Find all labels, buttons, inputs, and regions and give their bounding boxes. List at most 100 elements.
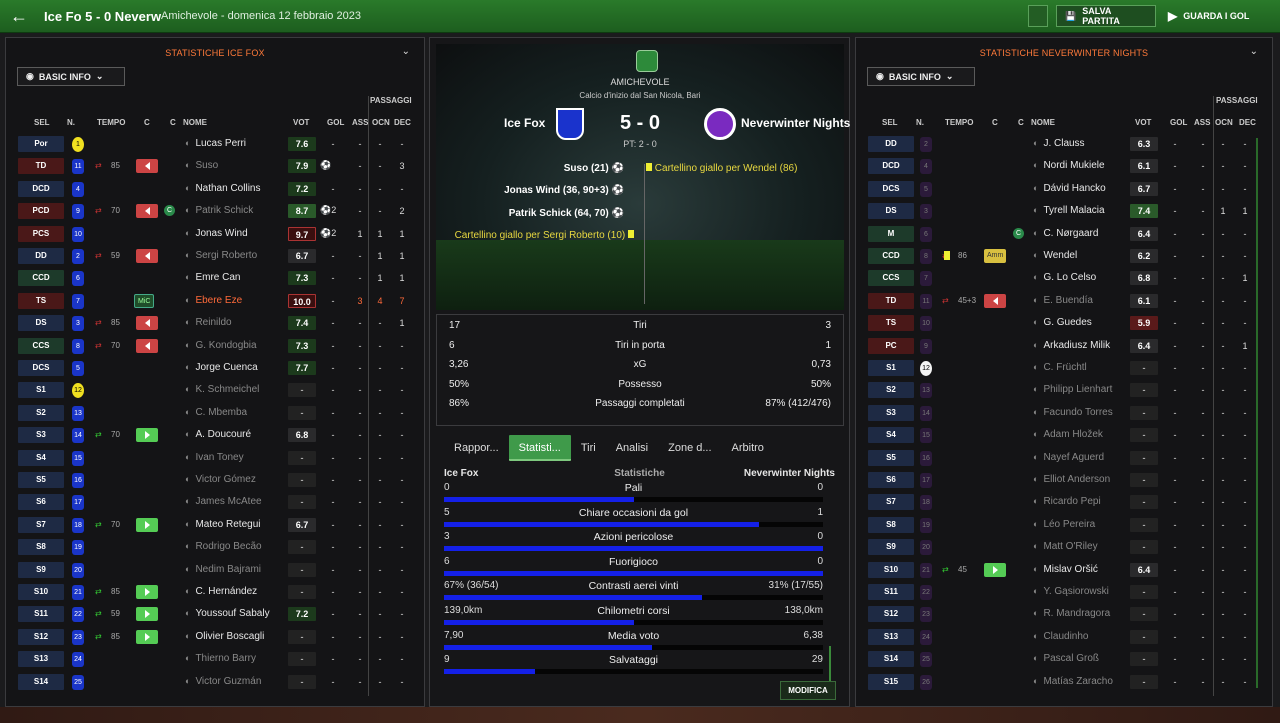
player-row[interactable]: DCS 5 Dávid Hancko 6.7 - - - - [856, 179, 1272, 201]
player-name[interactable]: Matías Zaracho [1033, 676, 1112, 687]
tab-3[interactable]: Analisi [606, 435, 658, 461]
player-row[interactable]: S3 14 ⇄ 70 A. Doucouré 6.8 - - - - [6, 425, 424, 447]
player-row[interactable]: DD 2 J. Clauss 6.3 - - - - [856, 134, 1272, 156]
sub-out-button[interactable] [136, 338, 158, 353]
player-name[interactable]: Ivan Toney [185, 452, 243, 463]
away-team-name[interactable]: Neverwinter Nights [741, 116, 850, 130]
player-name[interactable]: Emre Can [185, 272, 240, 283]
player-name[interactable]: Nayef Aguerd [1033, 452, 1104, 463]
player-row[interactable]: S8 19 Rodrigo Becão - - - - - [6, 537, 424, 559]
sub-in-button[interactable] [136, 629, 158, 644]
player-name[interactable]: Thierno Barry [185, 653, 256, 664]
player-name[interactable]: Ricardo Pepi [1033, 496, 1100, 507]
player-name[interactable]: Mateo Retegui [185, 519, 260, 530]
player-row[interactable]: S14 25 Victor Guzmán - - - - - [6, 672, 424, 694]
player-name[interactable]: Nedim Bajrami [185, 564, 261, 575]
player-row[interactable]: S7 18 Ricardo Pepi - - - - - [856, 492, 1272, 514]
player-row[interactable]: S12 23 ⇄ 85 Olivier Boscagli - - - - - [6, 627, 424, 649]
player-name[interactable]: Elliot Anderson [1033, 474, 1110, 485]
view-selector[interactable]: ◉ BASIC INFO ⌄ [17, 67, 125, 86]
player-name[interactable]: C. Mbemba [185, 407, 247, 418]
player-row[interactable]: S8 19 Léo Pereira - - - - - [856, 515, 1272, 537]
player-name[interactable]: Rodrigo Becão [185, 541, 261, 552]
player-name[interactable]: G. Guedes [1033, 317, 1091, 328]
player-row[interactable]: S3 14 Facundo Torres - - - - - [856, 403, 1272, 425]
player-row[interactable]: S11 22 Y. Gąsiorowski - - - - - [856, 582, 1272, 604]
player-name[interactable]: Mislav Oršić [1033, 564, 1097, 575]
sub-out-button[interactable] [136, 159, 158, 174]
tab-2[interactable]: Tiri [571, 435, 606, 461]
sub-in-button[interactable] [136, 517, 158, 532]
player-row[interactable]: DD 2 ⇄ 59 Sergi Roberto 6.7 - - 1 1 [6, 246, 424, 268]
player-name[interactable]: Dávid Hancko [1033, 183, 1105, 194]
player-name[interactable]: Y. Gąsiorowski [1033, 586, 1108, 597]
player-row[interactable]: CCD 6 Emre Can 7.3 - - 1 1 [6, 268, 424, 290]
sub-in-button[interactable] [984, 562, 1006, 577]
player-name[interactable]: Patrik Schick [185, 205, 253, 216]
modify-button[interactable]: MODIFICA [780, 681, 836, 700]
sub-in-button[interactable] [136, 585, 158, 599]
player-row[interactable]: S13 24 Thierno Barry - - - - - [6, 649, 424, 671]
view-selector[interactable]: ◉ BASIC INFO ⌄ [867, 67, 975, 86]
player-name[interactable]: Youssouf Sabaly [185, 608, 269, 619]
player-name[interactable]: Nathan Collins [185, 183, 260, 194]
sub-in-button[interactable] [136, 607, 158, 622]
player-row[interactable]: S12 23 R. Mandragora - - - - - [856, 604, 1272, 626]
watch-goals-button[interactable]: ▶ GUARDA I GOL [1160, 5, 1272, 27]
player-name[interactable]: A. Doucouré [185, 429, 251, 440]
player-row[interactable]: S5 16 Victor Gómez - - - - - [6, 470, 424, 492]
player-name[interactable]: Lucas Perri [185, 138, 246, 149]
tab-1[interactable]: Statisti... [508, 435, 571, 461]
sub-out-button[interactable] [136, 316, 158, 331]
player-name[interactable]: Ebere Eze [185, 295, 242, 306]
chevron-down-icon[interactable]: ⌄ [402, 46, 410, 57]
player-name[interactable]: Tyrell Malacia [1033, 205, 1104, 216]
player-name[interactable]: Sergi Roberto [185, 250, 257, 261]
player-row[interactable]: S5 16 Nayef Aguerd - - - - - [856, 448, 1272, 470]
player-name[interactable]: Suso [185, 160, 218, 171]
sub-in-button[interactable] [136, 428, 158, 443]
player-row[interactable]: S6 17 Elliot Anderson - - - - - [856, 470, 1272, 492]
player-row[interactable]: S13 24 Claudinho - - - - - [856, 627, 1272, 649]
player-name[interactable]: Wendel [1033, 250, 1077, 261]
player-name[interactable]: Claudinho [1033, 631, 1088, 642]
away-crest-icon[interactable] [704, 108, 736, 140]
player-row[interactable]: PC 9 Arkadiusz Milik 6.4 - - - 1 [856, 336, 1272, 358]
player-name[interactable]: K. Schmeichel [185, 384, 259, 395]
sub-out-button[interactable] [984, 293, 1006, 308]
player-name[interactable]: E. Buendía [1033, 295, 1092, 306]
player-name[interactable]: Nordi Mukiele [1033, 160, 1104, 171]
player-name[interactable]: C. Früchtl [1033, 362, 1086, 373]
player-row[interactable]: CCD8⇄86AmmWendel6.2---- [856, 246, 1272, 268]
player-name[interactable]: G. Lo Celso [1033, 272, 1096, 283]
player-row[interactable]: DCD 4 Nathan Collins 7.2 - - - - [6, 179, 424, 201]
player-name[interactable]: Facundo Torres [1033, 407, 1112, 418]
player-row[interactable]: PCD9⇄70CPatrik Schick8.7⚽2--2 [6, 201, 424, 223]
tab-0[interactable]: Rappor... [444, 435, 509, 461]
tab-5[interactable]: Arbitro [722, 435, 774, 461]
back-arrow-icon[interactable]: ← [10, 6, 30, 26]
player-name[interactable]: C. Hernández [185, 586, 257, 597]
player-name[interactable]: Reinildo [185, 317, 231, 328]
player-name[interactable]: Léo Pereira [1033, 519, 1095, 530]
player-row[interactable]: S9 20 Matt O'Riley - - - - - [856, 537, 1272, 559]
player-row[interactable]: S2 13 Philipp Lienhart - - - - - [856, 380, 1272, 402]
player-row[interactable]: DCS 5 Jorge Cuenca 7.7 - - - - [6, 358, 424, 380]
player-name[interactable]: Victor Guzmán [185, 676, 261, 687]
player-name[interactable]: Arkadiusz Milik [1033, 340, 1110, 351]
player-name[interactable]: Philipp Lienhart [1033, 384, 1112, 395]
player-name[interactable]: C. Nørgaard [1033, 228, 1098, 239]
player-name[interactable]: Olivier Boscagli [185, 631, 264, 642]
chevron-down-icon[interactable]: ⌄ [1250, 46, 1258, 57]
player-name[interactable]: Pascal Groß [1033, 653, 1099, 664]
player-row[interactable]: S15 26 Matías Zaracho - - - - - [856, 672, 1272, 694]
player-row[interactable]: DS 3 ⇄ 85 Reinildo 7.4 - - - 1 [6, 313, 424, 335]
player-row[interactable]: CCS 8 ⇄ 70 G. Kondogbia 7.3 - - - - [6, 336, 424, 358]
options-button[interactable] [1028, 5, 1048, 27]
sub-out-button[interactable] [136, 204, 158, 219]
player-name[interactable]: Adam Hložek [1033, 429, 1102, 440]
player-row[interactable]: S1 12 C. Früchtl - - - - - [856, 358, 1272, 380]
player-row[interactable]: TS 7 MiC Ebere Eze 10.0 - 3 4 7 [6, 291, 424, 313]
player-row[interactable]: S4 15 Adam Hložek - - - - - [856, 425, 1272, 447]
player-name[interactable]: James McAtee [185, 496, 261, 507]
